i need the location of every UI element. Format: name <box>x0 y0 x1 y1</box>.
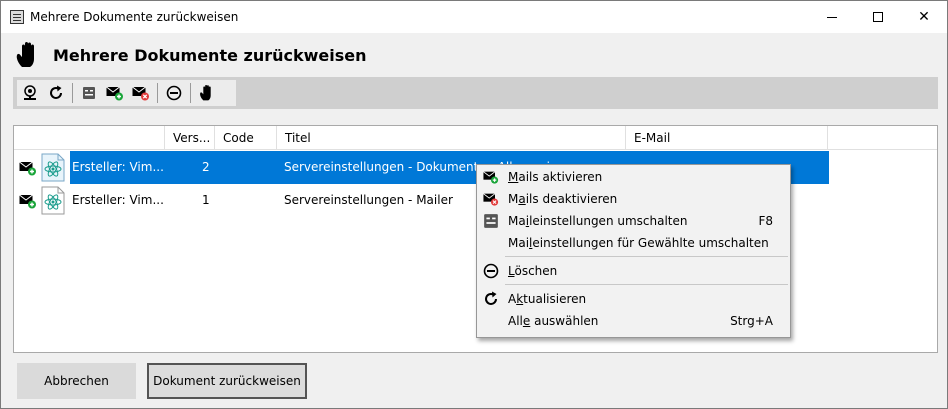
menu-item-label: Aktualisieren <box>508 292 587 306</box>
toolbar-separator <box>190 83 191 103</box>
toolbar-group <box>17 80 236 106</box>
webcam-button[interactable] <box>17 80 43 106</box>
mail-settings-toggle-button[interactable] <box>76 80 102 106</box>
document-atom-icon <box>41 153 65 182</box>
menu-item-mail-settings-toggle-selected[interactable]: Maileinstellungen für Gewählte umschalte… <box>478 232 789 254</box>
mail-activate-icon <box>106 86 123 101</box>
row-name: Ersteller: Vim... <box>72 193 164 207</box>
webcam-icon <box>24 85 36 100</box>
menu-item-label: Maileinstellungen für Gewählte umschalte… <box>508 236 769 250</box>
menu-item-label: Maileinstellungen umschalten <box>508 214 688 228</box>
hand-stop-icon <box>16 42 34 67</box>
title-bar[interactable]: Mehrere Dokumente zurückweisen ✕ <box>1 1 947 33</box>
close-icon: ✕ <box>918 9 930 25</box>
app-icon <box>10 10 24 24</box>
mail-settings-toggle-icon <box>484 214 498 228</box>
menu-item-mail-settings-toggle[interactable]: Maileinstellungen umschalten F8 <box>478 210 789 232</box>
maximize-icon <box>873 12 883 22</box>
column-header-title[interactable]: Titel <box>277 126 626 150</box>
menu-separator <box>505 256 788 257</box>
dialog-window: Mehrere Dokumente zurückweisen ✕ Mehrere… <box>0 0 948 409</box>
page-title: Mehrere Dokumente zurückweisen <box>53 46 367 65</box>
delete-icon <box>166 85 182 101</box>
row-code <box>215 151 277 184</box>
reject-hand-icon <box>200 85 211 101</box>
mail-deactivate-icon <box>483 193 499 206</box>
menu-item-label: Löschen <box>508 264 558 278</box>
refresh-icon <box>50 85 62 99</box>
reject-document-button[interactable]: Dokument zurückweisen <box>147 363 307 399</box>
toolbar <box>13 77 938 109</box>
close-button[interactable]: ✕ <box>901 1 947 33</box>
document-atom-icon <box>41 186 65 215</box>
mail-settings-toggle-icon <box>83 87 95 99</box>
column-header-version[interactable]: Vers... <box>165 126 215 150</box>
mail-active-icon <box>19 161 36 176</box>
maximize-button[interactable] <box>855 1 901 33</box>
mail-activate-icon <box>483 171 499 184</box>
menu-separator <box>505 284 788 285</box>
column-header-email[interactable]: E-Mail <box>626 126 828 150</box>
menu-item-refresh[interactable]: Aktualisieren <box>478 288 789 310</box>
grid-header: Vers... Code Titel E-Mail <box>14 126 937 150</box>
menu-item-label: Mails aktivieren <box>508 170 603 184</box>
mail-deactivate-button[interactable] <box>128 80 154 106</box>
delete-button[interactable] <box>161 80 187 106</box>
row-code <box>215 184 277 217</box>
minimize-icon <box>827 16 837 18</box>
menu-item-mails-activate[interactable]: Mails aktivieren <box>478 166 789 188</box>
cancel-button[interactable]: Abbrechen <box>17 363 136 399</box>
refresh-icon <box>485 291 497 305</box>
toolbar-separator <box>157 83 158 103</box>
menu-item-mails-deactivate[interactable]: Mails deaktivieren <box>478 188 789 210</box>
reject-button[interactable] <box>194 80 220 106</box>
refresh-button[interactable] <box>43 80 69 106</box>
toolbar-separator <box>72 83 73 103</box>
menu-item-delete[interactable]: Löschen <box>478 260 789 282</box>
menu-item-shortcut: Strg+A <box>730 314 773 328</box>
menu-item-label: Alle auswählen <box>508 314 599 328</box>
row-name: Ersteller: Vim... <box>72 160 164 174</box>
menu-item-select-all[interactable]: Alle auswählen Strg+A <box>478 310 789 332</box>
menu-item-shortcut: F8 <box>758 214 773 228</box>
menu-item-label: Mails deaktivieren <box>508 192 618 206</box>
minimize-button[interactable] <box>809 1 855 33</box>
mail-activate-button[interactable] <box>102 80 128 106</box>
mail-active-icon <box>19 194 36 209</box>
mail-deactivate-icon <box>132 86 149 101</box>
column-header-name[interactable] <box>14 126 165 150</box>
delete-icon <box>483 263 499 279</box>
column-header-code[interactable]: Code <box>215 126 277 150</box>
window-title: Mehrere Dokumente zurückweisen <box>30 10 239 24</box>
context-menu: Mails aktivieren Mails deaktivieren Mail… <box>476 164 791 338</box>
